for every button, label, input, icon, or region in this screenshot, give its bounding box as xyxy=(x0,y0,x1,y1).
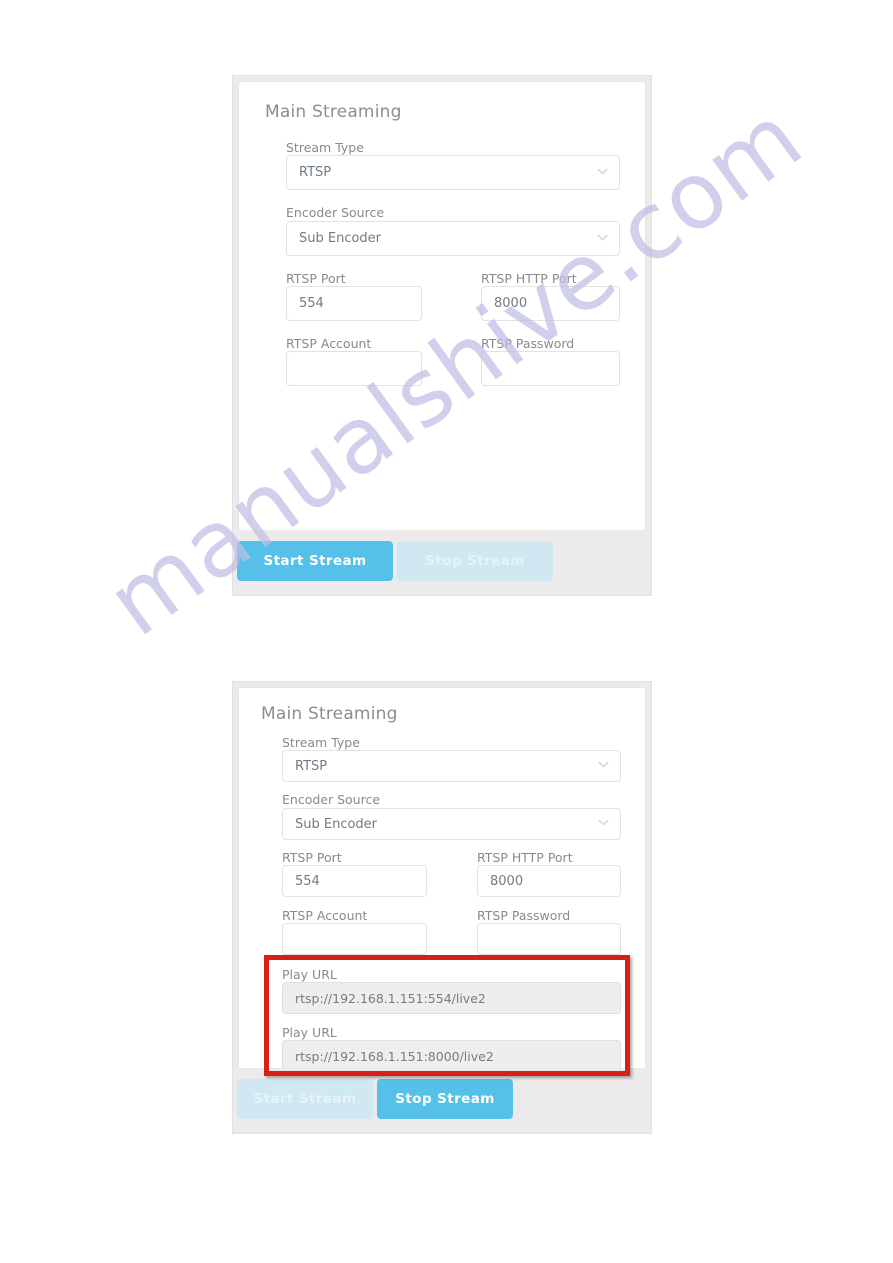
rtsp-password-input[interactable] xyxy=(481,351,620,386)
streaming-card: Main Streaming Stream Type RTSP Encoder … xyxy=(238,81,646,531)
rtsp-port-input[interactable]: 554 xyxy=(282,865,427,897)
chevron-down-icon xyxy=(597,232,608,243)
encoder-source-label: Encoder Source xyxy=(286,205,385,220)
play-url-2-label: Play URL xyxy=(282,1025,337,1040)
rtsp-account-input[interactable] xyxy=(286,351,422,386)
rtsp-account-label: RTSP Account xyxy=(282,908,368,923)
stream-type-value: RTSP xyxy=(299,165,332,180)
encoder-source-value: Sub Encoder xyxy=(295,816,378,832)
rtsp-port-value: 554 xyxy=(299,296,324,311)
rtsp-account-label: RTSP Account xyxy=(286,336,372,351)
rtsp-password-label: RTSP Password xyxy=(481,336,575,351)
play-url-1-label: Play URL xyxy=(282,967,337,982)
play-url-1-input[interactable]: rtsp://192.168.1.151:554/live2 xyxy=(282,982,621,1014)
stop-stream-button: Stop Stream xyxy=(397,541,553,581)
page-title: Main Streaming xyxy=(265,102,402,122)
streaming-card: Main Streaming Stream Type RTSP Encoder … xyxy=(238,687,646,1084)
rtsp-account-input[interactable] xyxy=(282,923,427,955)
rtsp-http-port-value: 8000 xyxy=(490,873,524,889)
encoder-source-value: Sub Encoder xyxy=(299,231,382,246)
rtsp-http-port-value: 8000 xyxy=(494,296,528,311)
rtsp-http-port-label: RTSP HTTP Port xyxy=(481,271,577,286)
streaming-panel-before: Main Streaming Stream Type RTSP Encoder … xyxy=(232,75,652,596)
chevron-down-icon xyxy=(597,166,608,177)
rtsp-port-value: 554 xyxy=(295,873,320,889)
play-url-2-value: rtsp://192.168.1.151:8000/live2 xyxy=(295,1048,494,1064)
stream-type-select[interactable]: RTSP xyxy=(282,750,621,782)
stream-type-label: Stream Type xyxy=(282,735,360,750)
chevron-down-icon xyxy=(598,817,609,828)
stream-type-label: Stream Type xyxy=(286,140,364,155)
rtsp-port-input[interactable]: 554 xyxy=(286,286,422,321)
play-url-1-value: rtsp://192.168.1.151:554/live2 xyxy=(295,990,486,1006)
panel-footer: Start Stream Stop Stream xyxy=(233,1068,651,1133)
start-stream-button[interactable]: Start Stream xyxy=(237,541,393,581)
stream-type-value: RTSP xyxy=(295,758,328,774)
streaming-panel-after: Main Streaming Stream Type RTSP Encoder … xyxy=(232,681,652,1134)
encoder-source-label: Encoder Source xyxy=(282,792,381,807)
rtsp-port-label: RTSP Port xyxy=(286,271,346,286)
rtsp-password-label: RTSP Password xyxy=(477,908,571,923)
panel-footer: Start Stream Stop Stream xyxy=(233,530,651,595)
rtsp-http-port-input[interactable]: 8000 xyxy=(477,865,621,897)
encoder-source-select[interactable]: Sub Encoder xyxy=(282,808,621,840)
encoder-source-select[interactable]: Sub Encoder xyxy=(286,221,620,256)
stream-type-select[interactable]: RTSP xyxy=(286,155,620,190)
chevron-down-icon xyxy=(598,759,609,770)
rtsp-http-port-input[interactable]: 8000 xyxy=(481,286,620,321)
start-stream-button: Start Stream xyxy=(237,1079,373,1119)
rtsp-port-label: RTSP Port xyxy=(282,850,342,865)
rtsp-http-port-label: RTSP HTTP Port xyxy=(477,850,573,865)
page-title: Main Streaming xyxy=(261,704,398,724)
rtsp-password-input[interactable] xyxy=(477,923,621,955)
stop-stream-button[interactable]: Stop Stream xyxy=(377,1079,513,1119)
